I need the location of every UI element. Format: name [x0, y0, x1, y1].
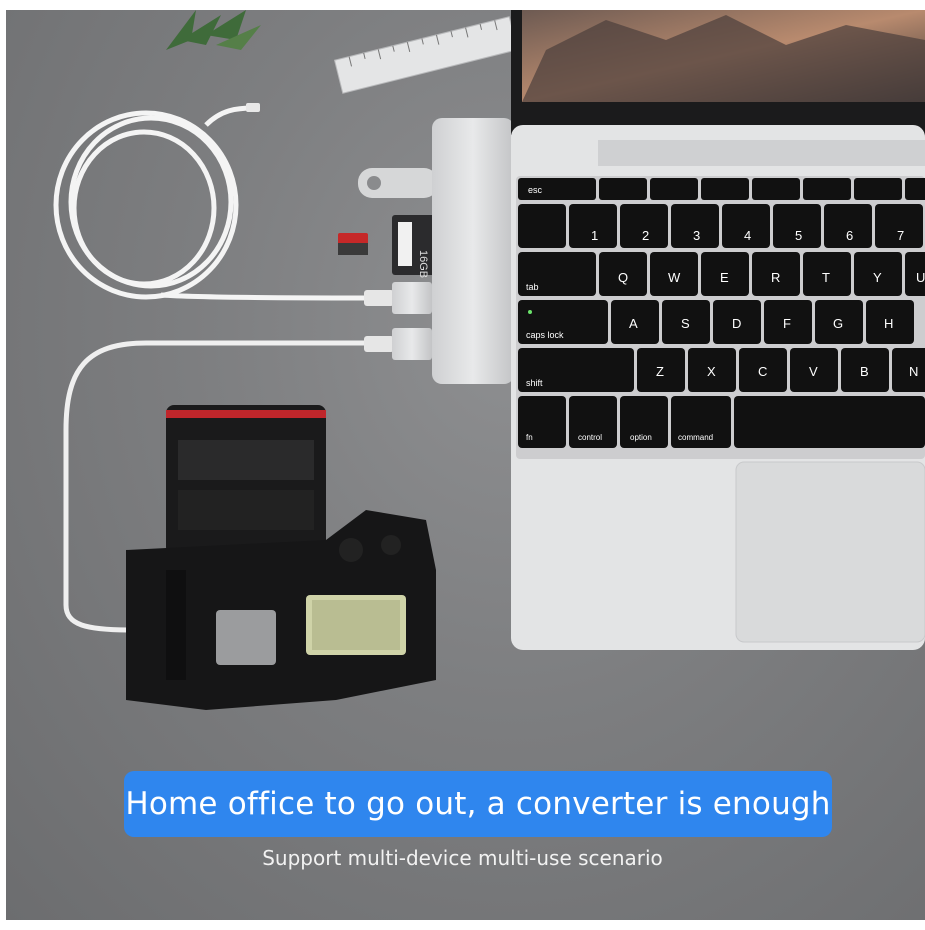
key-label: command: [678, 433, 713, 442]
key-label: F: [783, 316, 791, 331]
usb-flash-drive: [358, 168, 438, 198]
key-label: caps lock: [526, 330, 564, 340]
key-row-bottom: fn control option command: [518, 396, 925, 448]
key-label: 5: [795, 228, 802, 243]
ruler: [333, 16, 519, 94]
key-label: W: [668, 270, 681, 285]
coiled-cable: [53, 105, 367, 301]
key-label: H: [884, 316, 893, 331]
lightning-connector: [246, 103, 260, 112]
dslr-camera: [126, 405, 436, 710]
key-label: esc: [528, 185, 543, 195]
desk-scene: 16GB esc 1 2 3 4 5 6 7 tab Q W E R T Y U…: [6, 10, 925, 920]
key-label: 1: [591, 228, 598, 243]
key-label: B: [860, 364, 869, 379]
key-label: Z: [656, 364, 664, 379]
key-label: 2: [642, 228, 649, 243]
plant-leaves: [166, 10, 261, 50]
hot-shoe: [216, 610, 276, 665]
key-label: Y: [873, 270, 882, 285]
key-label: G: [833, 316, 843, 331]
key-label: V: [809, 364, 818, 379]
key-label: 4: [744, 228, 751, 243]
key-label: A: [629, 316, 638, 331]
key-label: T: [822, 270, 830, 285]
trackpad: [735, 461, 925, 643]
key-label: N: [909, 364, 918, 379]
sd-card-label: 16GB: [417, 250, 429, 278]
headline-text: Home office to go out, a converter is en…: [125, 786, 831, 822]
headline-banner: Home office to go out, a converter is en…: [124, 771, 832, 837]
key-row-shift: shift Z X C V B N: [518, 348, 925, 392]
key-row-function: esc: [518, 178, 925, 200]
usb-plug-bottom: [364, 328, 432, 360]
micro-sd-card: [338, 233, 368, 255]
key-label: option: [630, 433, 652, 442]
key-label: R: [771, 270, 780, 285]
key-label: 3: [693, 228, 700, 243]
product-photo-frame: 16GB esc 1 2 3 4 5 6 7 tab Q W E R T Y U…: [0, 0, 925, 930]
caps-lock-led: [528, 310, 532, 314]
key-label: control: [578, 433, 602, 442]
lens-red-ring: [166, 410, 326, 418]
subtitle-text: Support multi-device multi-use scenario: [262, 846, 663, 870]
key-label: 6: [846, 228, 853, 243]
key-row-qwerty: tab Q W E R T Y U: [518, 252, 925, 296]
key-label: 7: [897, 228, 904, 243]
key-label: shift: [526, 378, 543, 388]
key-label: E: [720, 270, 729, 285]
key-label: C: [758, 364, 767, 379]
key-label: Q: [618, 270, 628, 285]
speaker-grille: [598, 140, 925, 166]
space-bar: [734, 396, 925, 448]
key-label: tab: [526, 282, 539, 292]
key-label: D: [732, 316, 741, 331]
usb-c-hub: [432, 118, 514, 384]
key-label: fn: [526, 433, 533, 442]
key-label: X: [707, 364, 716, 379]
usb-plug-top: [364, 282, 432, 314]
sd-card: 16GB: [392, 215, 436, 278]
key-label: S: [681, 316, 690, 331]
key-row-home: caps lock A S D F G H: [518, 300, 914, 344]
key-label: U: [916, 270, 925, 285]
